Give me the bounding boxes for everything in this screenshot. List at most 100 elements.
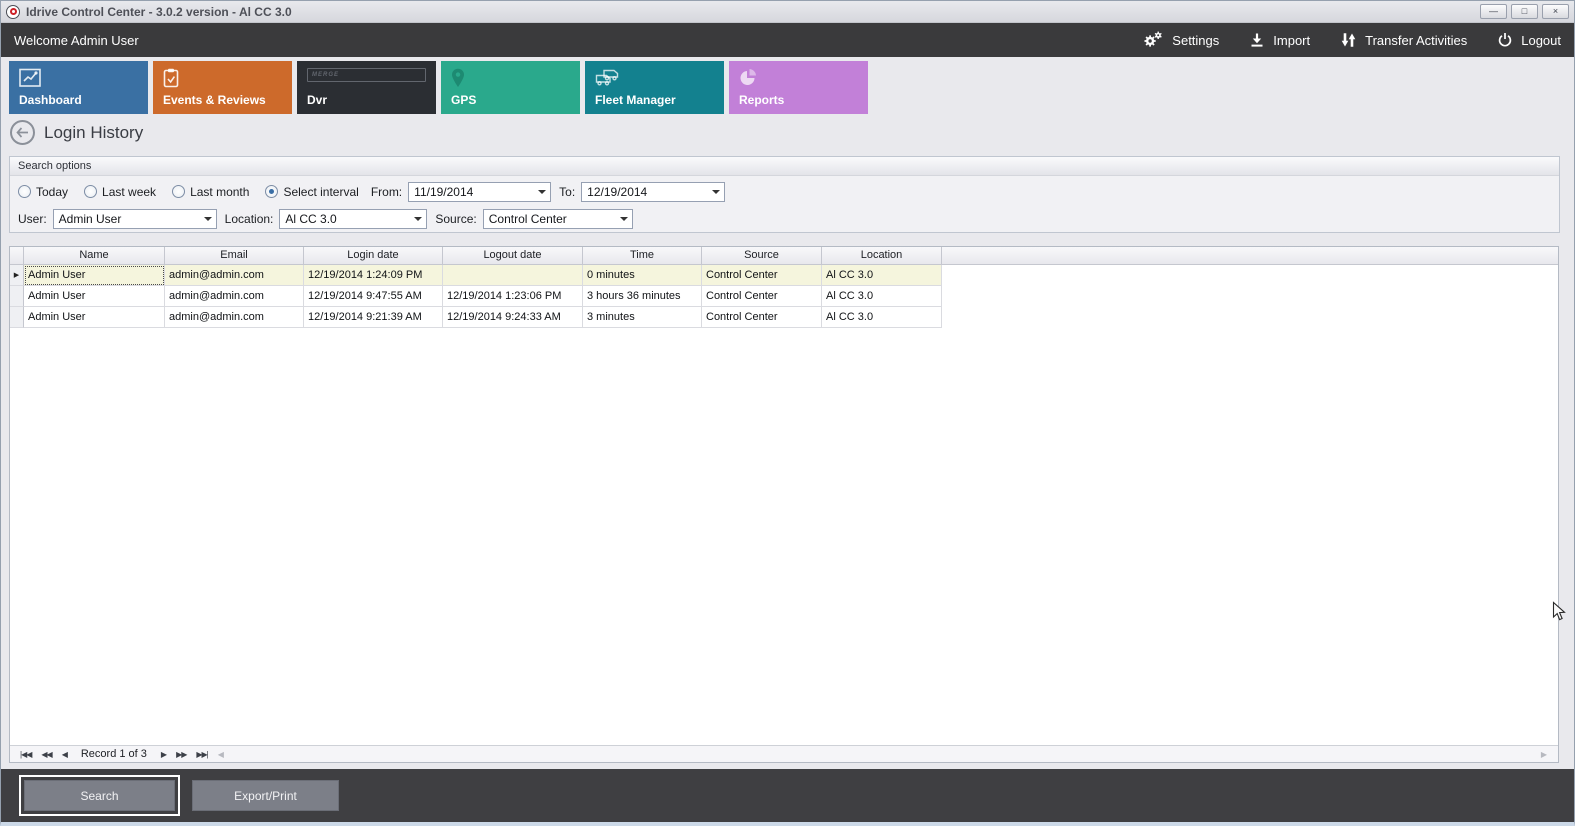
tile-events-reviews[interactable]: Events & Reviews bbox=[153, 61, 292, 114]
page-header: Login History bbox=[10, 120, 143, 145]
search-options-title: Search options bbox=[10, 157, 1559, 176]
chevron-down-icon[interactable] bbox=[708, 186, 724, 198]
maximize-button[interactable]: □ bbox=[1511, 4, 1538, 19]
radio-last-week[interactable]: Last week bbox=[84, 185, 156, 199]
column-header-name[interactable]: Name bbox=[24, 247, 165, 265]
record-navigator: |◀◀ ◀◀ ◀ Record 1 of 3 ▶ ▶▶ ▶▶| ◀ ▶ bbox=[10, 745, 1558, 762]
cell-logout-date[interactable]: 12/19/2014 1:23:06 PM bbox=[443, 286, 583, 307]
prev-record-button[interactable]: ◀ bbox=[57, 750, 72, 759]
tile-reports[interactable]: Reports bbox=[729, 61, 868, 114]
tile-reports-label: Reports bbox=[739, 93, 858, 107]
cell-login-date[interactable]: 12/19/2014 9:47:55 AM bbox=[304, 286, 443, 307]
back-button[interactable] bbox=[10, 120, 35, 145]
mouse-cursor bbox=[1552, 601, 1566, 622]
table-row[interactable]: Admin User admin@admin.com 12/19/2014 9:… bbox=[10, 307, 1558, 328]
radio-last-month[interactable]: Last month bbox=[172, 185, 249, 199]
footer-bar: Search Export/Print bbox=[1, 769, 1574, 822]
welcome-text: Welcome Admin User bbox=[14, 33, 139, 48]
cell-location[interactable]: Al CC 3.0 bbox=[822, 286, 942, 307]
radio-last-week-circle[interactable] bbox=[84, 185, 97, 198]
radio-today-circle[interactable] bbox=[18, 185, 31, 198]
power-icon bbox=[1497, 32, 1513, 48]
cell-time[interactable]: 3 hours 36 minutes bbox=[583, 286, 702, 307]
column-header-location[interactable]: Location bbox=[822, 247, 942, 265]
cell-name[interactable]: Admin User bbox=[24, 265, 165, 286]
titlebar: Idrive Control Center - 3.0.2 version - … bbox=[1, 1, 1574, 23]
transfer-icon bbox=[1340, 32, 1357, 48]
prev-page-button[interactable]: ◀◀ bbox=[36, 750, 56, 759]
cell-email[interactable]: admin@admin.com bbox=[165, 307, 304, 328]
cell-login-date[interactable]: 12/19/2014 1:24:09 PM bbox=[304, 265, 443, 286]
radio-last-month-circle[interactable] bbox=[172, 185, 185, 198]
cell-time[interactable]: 3 minutes bbox=[583, 307, 702, 328]
export-print-button[interactable]: Export/Print bbox=[192, 780, 339, 811]
to-date-dropdown[interactable]: 12/19/2014 bbox=[581, 182, 725, 202]
logout-label: Logout bbox=[1521, 33, 1561, 48]
last-record-button[interactable]: ▶▶| bbox=[191, 750, 212, 759]
cell-source[interactable]: Control Center bbox=[702, 307, 822, 328]
source-dropdown[interactable]: Control Center bbox=[483, 209, 633, 229]
clipboard-check-icon bbox=[163, 68, 179, 88]
column-header-email[interactable]: Email bbox=[165, 247, 304, 265]
radio-select-interval[interactable]: Select interval bbox=[265, 185, 358, 199]
tile-gps[interactable]: GPS bbox=[441, 61, 580, 114]
chevron-down-icon[interactable] bbox=[410, 213, 426, 225]
cell-location[interactable]: Al CC 3.0 bbox=[822, 265, 942, 286]
tile-dvr[interactable]: MERGE Dvr bbox=[297, 61, 436, 114]
back-arrow-icon bbox=[16, 127, 29, 138]
logout-button[interactable]: Logout bbox=[1497, 32, 1561, 48]
settings-label: Settings bbox=[1172, 33, 1219, 48]
cell-email[interactable]: admin@admin.com bbox=[165, 286, 304, 307]
chevron-down-icon[interactable] bbox=[534, 186, 550, 198]
cell-name[interactable]: Admin User bbox=[24, 307, 165, 328]
user-dropdown[interactable]: Admin User bbox=[53, 209, 217, 229]
map-pin-icon bbox=[451, 68, 465, 88]
table-row[interactable]: ▶ Admin User admin@admin.com 12/19/2014 … bbox=[10, 265, 1558, 286]
settings-button[interactable]: Settings bbox=[1143, 31, 1219, 49]
minimize-button[interactable]: — bbox=[1480, 4, 1507, 19]
row-indicator bbox=[10, 286, 24, 307]
next-record-button[interactable]: ▶ bbox=[156, 750, 171, 759]
tile-fleet-manager[interactable]: Fleet Manager bbox=[585, 61, 724, 114]
search-button[interactable]: Search bbox=[24, 780, 175, 811]
column-header-time[interactable]: Time bbox=[583, 247, 702, 265]
cell-source[interactable]: Control Center bbox=[702, 286, 822, 307]
from-date-dropdown[interactable]: 11/19/2014 bbox=[408, 182, 551, 202]
cell-location[interactable]: Al CC 3.0 bbox=[822, 307, 942, 328]
first-record-button[interactable]: |◀◀ bbox=[15, 750, 36, 759]
cell-login-date[interactable]: 12/19/2014 9:21:39 AM bbox=[304, 307, 443, 328]
table-row[interactable]: Admin User admin@admin.com 12/19/2014 9:… bbox=[10, 286, 1558, 307]
chevron-down-icon[interactable] bbox=[200, 213, 216, 225]
column-header-logout-date[interactable]: Logout date bbox=[443, 247, 583, 265]
module-tiles: Dashboard Events & Reviews MERGE Dvr GPS bbox=[9, 61, 868, 114]
cell-email[interactable]: admin@admin.com bbox=[165, 265, 304, 286]
hscroll-left-arrow[interactable]: ◀ bbox=[213, 750, 229, 759]
transfer-activities-button[interactable]: Transfer Activities bbox=[1340, 32, 1467, 48]
cell-time[interactable]: 0 minutes bbox=[583, 265, 702, 286]
next-page-button[interactable]: ▶▶ bbox=[171, 750, 191, 759]
row-indicator-header bbox=[10, 247, 24, 265]
close-button[interactable]: × bbox=[1542, 4, 1569, 19]
window-title: Idrive Control Center - 3.0.2 version - … bbox=[26, 5, 292, 19]
cell-source[interactable]: Control Center bbox=[702, 265, 822, 286]
cell-logout-date[interactable] bbox=[443, 265, 583, 286]
user-label: User: bbox=[18, 212, 47, 226]
radio-today[interactable]: Today bbox=[18, 185, 68, 199]
from-label: From: bbox=[371, 185, 402, 199]
cell-logout-date[interactable]: 12/19/2014 9:24:33 AM bbox=[443, 307, 583, 328]
chevron-down-icon[interactable] bbox=[616, 213, 632, 225]
location-dropdown[interactable]: Al CC 3.0 bbox=[279, 209, 427, 229]
source-label: Source: bbox=[435, 212, 476, 226]
column-header-empty bbox=[942, 247, 1558, 265]
to-label: To: bbox=[559, 185, 575, 199]
hscroll-right-arrow[interactable]: ▶ bbox=[1536, 750, 1552, 759]
record-count-text: Record 1 of 3 bbox=[81, 748, 147, 760]
app-icon bbox=[6, 5, 20, 19]
cell-name[interactable]: Admin User bbox=[24, 286, 165, 307]
tile-dashboard[interactable]: Dashboard bbox=[9, 61, 148, 114]
radio-select-interval-circle[interactable] bbox=[265, 185, 278, 198]
column-header-source[interactable]: Source bbox=[702, 247, 822, 265]
import-button[interactable]: Import bbox=[1249, 32, 1310, 48]
column-header-login-date[interactable]: Login date bbox=[304, 247, 443, 265]
tile-dvr-label: Dvr bbox=[307, 93, 426, 107]
